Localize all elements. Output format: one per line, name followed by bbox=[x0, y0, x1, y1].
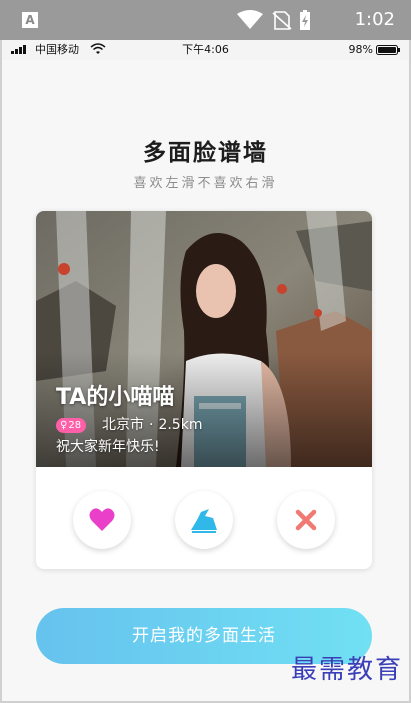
profile-photo[interactable] bbox=[36, 211, 372, 467]
system-clock: 1:02 bbox=[354, 9, 395, 30]
city-label: 北京市 bbox=[102, 417, 144, 433]
pass-button[interactable] bbox=[277, 491, 335, 549]
age-badge: ♀28 bbox=[56, 418, 87, 433]
like-button[interactable] bbox=[73, 491, 131, 549]
profile-card[interactable]: TA的小喵喵 ♀28 北京市 · 2.5km 祝大家新年快乐! bbox=[36, 211, 372, 569]
heart-icon bbox=[89, 508, 115, 531]
gift-icon bbox=[191, 509, 217, 533]
age-value: 28 bbox=[68, 420, 82, 431]
distance-label: 2.5km bbox=[158, 417, 203, 433]
system-icons bbox=[237, 10, 347, 30]
female-icon: ♀ bbox=[60, 420, 68, 431]
gift-button[interactable] bbox=[175, 491, 233, 549]
profile-name: TA的小喵喵 bbox=[56, 385, 175, 410]
watermark: 最需教育 bbox=[290, 655, 403, 685]
profile-greeting: 祝大家新年快乐! bbox=[56, 439, 160, 455]
card-actions bbox=[36, 467, 372, 569]
separator-dot: · bbox=[149, 417, 154, 433]
wifi-icon bbox=[237, 10, 263, 29]
page-subtitle: 喜欢左滑不喜欢右滑 bbox=[133, 176, 278, 191]
profile-location: 北京市 · 2.5km bbox=[102, 416, 202, 434]
battery-percent: 98% bbox=[348, 43, 373, 56]
app-notification-icon: A bbox=[22, 12, 38, 28]
battery-icon bbox=[376, 45, 400, 55]
no-sim-icon bbox=[272, 11, 292, 30]
system-status-bar: A 1:02 bbox=[0, 0, 411, 40]
close-icon bbox=[295, 509, 317, 531]
battery-charging-icon bbox=[300, 10, 310, 30]
app-status-bar: 中国移动 下午4:06 98% bbox=[2, 40, 409, 60]
page-title: 多面脸谱墙 bbox=[143, 140, 268, 166]
